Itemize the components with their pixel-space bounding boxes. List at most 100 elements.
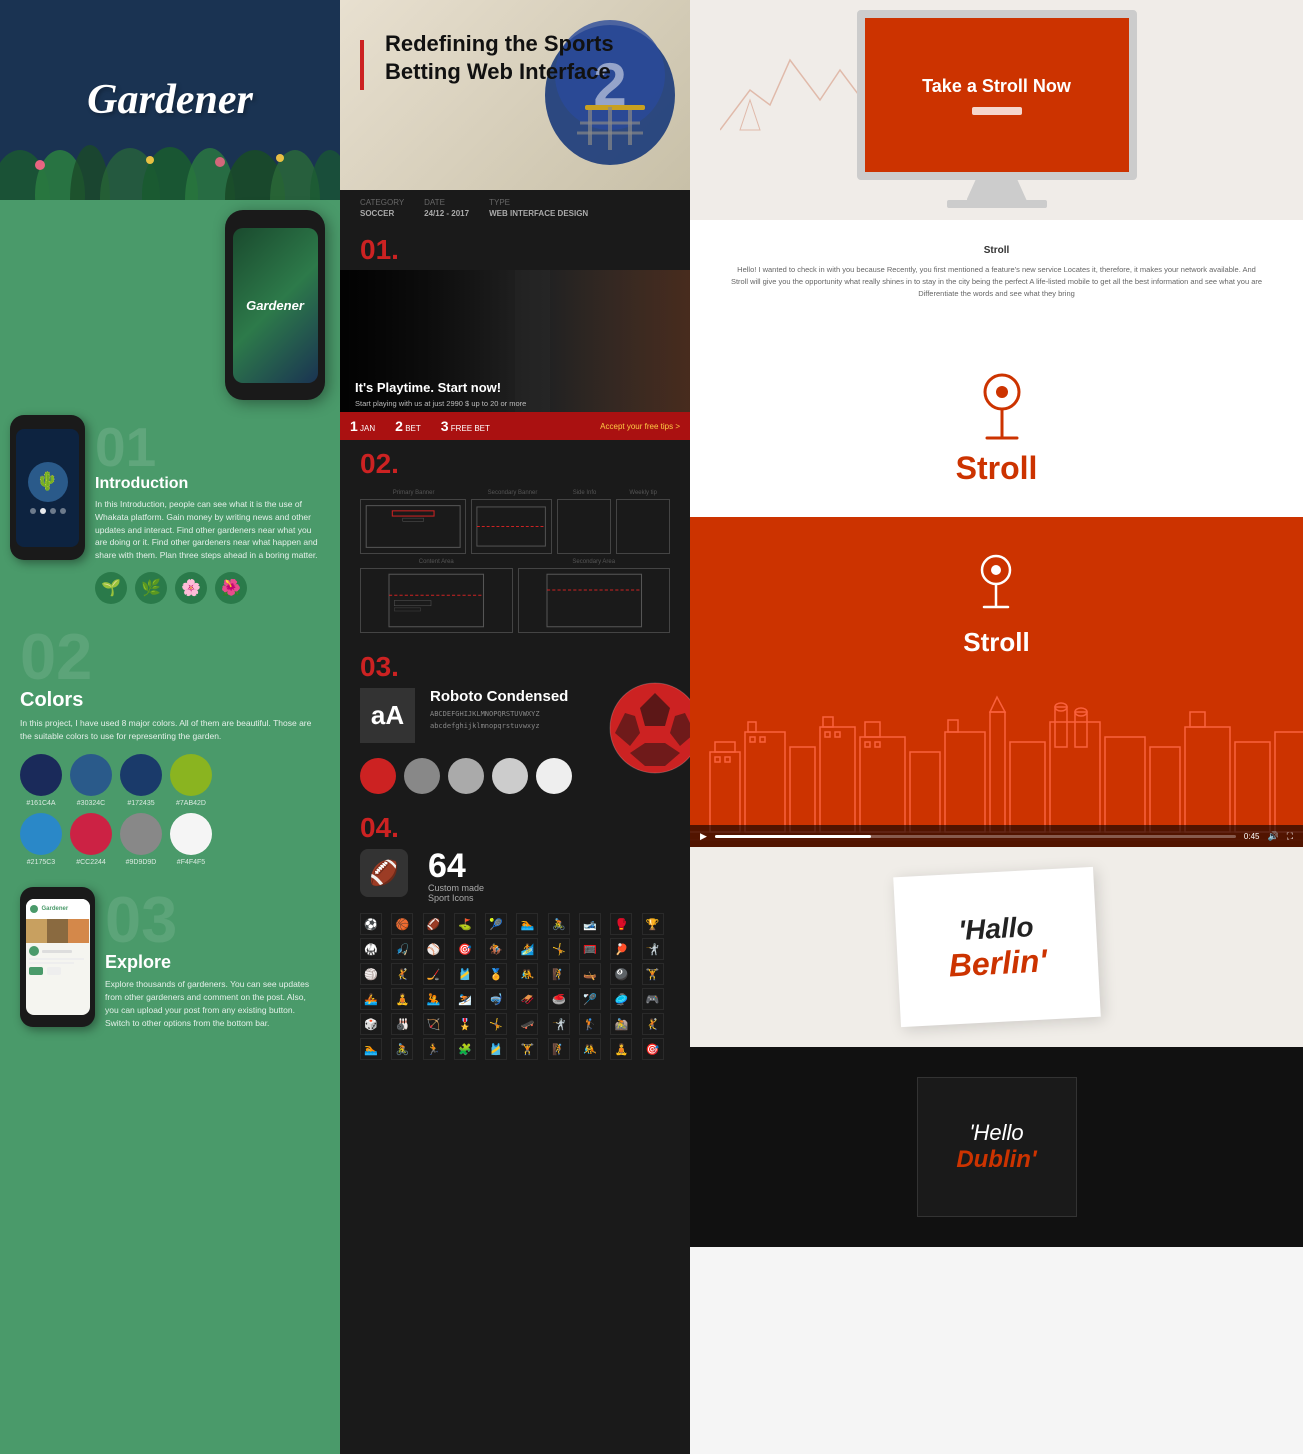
- icon-count: 64: [428, 849, 484, 883]
- hero-text: It's Playtime. Start now!: [355, 380, 501, 395]
- fullscreen-icon[interactable]: ⛶: [1287, 831, 1293, 842]
- section-03-content: aA Roboto Condensed ABCDEFGHIJKLMNOPQRST…: [340, 683, 690, 804]
- count-info: 64 Custom made Sport Icons: [428, 849, 484, 903]
- phone-screen-large: Gardener: [233, 228, 318, 383]
- typography-row: aA Roboto Condensed ABCDEFGHIJKLMNOPQRST…: [340, 683, 690, 748]
- label-secondary-area: Secondary Area: [518, 559, 671, 565]
- letter-body: Hello! I wanted to check in with you bec…: [730, 264, 1263, 300]
- swatch-red-circle: [70, 813, 112, 855]
- swatch-gray: #9D9D9D: [120, 813, 162, 866]
- grid-icon-42: 🎳: [391, 1013, 413, 1035]
- rugby-icon-box: 🏈: [360, 849, 408, 897]
- swatch-lime-label: #7AB42D: [176, 800, 206, 807]
- wf-box-secondary-bottom: [518, 568, 671, 633]
- icon-flower: 🌸: [175, 572, 207, 604]
- dublin-city: Dublin': [956, 1146, 1036, 1174]
- sports-header-content: Redefining the Sports Betting Web Interf…: [340, 0, 690, 100]
- mini-action-1: [29, 967, 43, 975]
- wf-box-secondary: [471, 499, 551, 554]
- swatch-lime-circle: [170, 754, 212, 796]
- type-chars: ABCDEFGHIJKLMNOPQRSTUVWXYZabcdefghijklmn…: [430, 709, 568, 733]
- accept-bet[interactable]: Accept your free tips >: [600, 422, 680, 431]
- swatch-sky-blue-label: #2175C3: [27, 859, 55, 866]
- volume-icon[interactable]: 🔊: [1267, 831, 1278, 842]
- sports-header: Redefining the Sports Betting Web Interf…: [340, 0, 690, 190]
- swatch-lime: #7AB42D: [170, 754, 212, 807]
- section-02-num: 02.: [360, 448, 670, 480]
- swatch-sky-blue: #2175C3: [20, 813, 62, 866]
- grid-icon-45: 🤸: [485, 1013, 507, 1035]
- bet-1-label: JAN: [360, 424, 375, 433]
- grid-icon-44: 🎖️: [454, 1013, 476, 1035]
- sports-screen: It's Playtime. Start now! Start playing …: [340, 270, 690, 440]
- swatch-white-label: #F4F4F5: [177, 859, 205, 866]
- bet-2: 2 BET: [395, 418, 421, 434]
- grid-icon-32: 🧘: [391, 988, 413, 1010]
- section-01-desc: In this Introduction, people can see wha…: [95, 498, 320, 562]
- grid-icon-35: 🤿: [485, 988, 507, 1010]
- mini-name-1: [42, 950, 72, 953]
- section-01-row: 🌵 01 Introduction In this Introduction, …: [0, 415, 340, 609]
- section-03-number: 03: [105, 887, 320, 952]
- type-sample: aA: [360, 688, 415, 743]
- explore-phone-container: Gardener: [20, 887, 95, 1029]
- bet-row: 1 JAN 2 BET 3 FREE BET Accept your free …: [340, 412, 690, 440]
- grid-icon-1: ⚽: [360, 913, 382, 935]
- section-03-title: Explore: [105, 952, 320, 973]
- grid-icon-9: 🥊: [610, 913, 632, 935]
- grid-icon-54: 🧩: [454, 1038, 476, 1060]
- right-column: Take a Stroll Now Stroll Hello! I wanted…: [690, 0, 1303, 1454]
- wf-secondary-bottom-svg: [519, 569, 670, 632]
- grid-icon-28: 🛶: [579, 963, 601, 985]
- grid-icon-8: 🎿: [579, 913, 601, 935]
- video-time: 0:45: [1244, 832, 1260, 841]
- label-secondary-banner: Secondary Banner: [472, 490, 552, 496]
- explore-images-strip: [26, 919, 90, 943]
- monitor-screen: Take a Stroll Now: [857, 10, 1137, 180]
- swatch-mid-blue-circle: [70, 754, 112, 796]
- grid-icon-27: 🧗: [548, 963, 570, 985]
- swatch-sky-blue-circle: [20, 813, 62, 855]
- berlin-city: Berlin': [947, 942, 1047, 984]
- phone-small-container: 🌵: [10, 415, 85, 609]
- left-column: Gardener Gardener 🌵: [0, 0, 340, 1454]
- explore-phone-screen: Gardener: [26, 899, 90, 1015]
- meta-cat-label: CATEGORY: [360, 198, 404, 207]
- section-01-title: Introduction: [95, 475, 320, 493]
- sports-screen-container: It's Playtime. Start now! Start playing …: [340, 270, 690, 440]
- swatch-dark-navy-label: #172435: [127, 800, 154, 807]
- grid-icon-3: 🏈: [423, 913, 445, 935]
- stroll-cityscape-section: ▶ 0:45 🔊 ⛶: [690, 692, 1303, 847]
- wireframe-top-row: [360, 499, 670, 554]
- hello-dublin-section: 'Hello Dublin': [690, 1047, 1303, 1247]
- grid-icon-53: 🏃: [423, 1038, 445, 1060]
- bet-1-num: 1: [350, 418, 358, 434]
- swatch-dark-blue-circle: [20, 754, 62, 796]
- wf-secondary-svg: [472, 500, 550, 553]
- icons-grid: ⚽ 🏀 🏈 ⛳ 🎾 🏊 🚴 🎿 🥊 🏆 🥋 🎣 ⚾ 🎯 🏇 🏄 🤸 🥅 🏓 🤺 …: [360, 913, 670, 1060]
- video-play-bar: ▶ 0:45 🔊 ⛶: [690, 825, 1303, 847]
- palette-white: [536, 758, 572, 794]
- play-progress-track[interactable]: [715, 835, 1236, 838]
- meta-date-label: DATE: [424, 198, 469, 207]
- stroll-letter-section: Stroll Hello! I wanted to check in with …: [690, 220, 1303, 340]
- stroll-orange-section: Stroll: [690, 517, 1303, 692]
- grid-icon-24: 🎽: [454, 963, 476, 985]
- section-03-text: 03 Explore Explore thousands of gardener…: [105, 887, 320, 1029]
- phone-intro-icon: 🌵: [28, 462, 68, 502]
- play-button-icon[interactable]: ▶: [700, 831, 707, 842]
- type-info: Roboto Condensed ABCDEFGHIJKLMNOPQRSTUVW…: [430, 688, 568, 733]
- gardener-header: Gardener: [0, 0, 340, 200]
- label-content-area: Content Area: [360, 559, 513, 565]
- monitor-btn[interactable]: [972, 107, 1022, 115]
- grid-icon-13: ⚾: [423, 938, 445, 960]
- img2: [47, 919, 68, 943]
- swatch-dark-blue: #161C4A: [20, 754, 62, 807]
- meta-type-value: WEB INTERFACE DESIGN: [489, 209, 588, 218]
- stroll-orange-text: Stroll: [963, 627, 1029, 658]
- grid-icon-50: 🤾: [642, 1013, 664, 1035]
- grid-icon-20: 🤺: [642, 938, 664, 960]
- sports-heading: Redefining the Sports Betting Web Interf…: [375, 30, 675, 85]
- monitor-wrapper: Take a Stroll Now: [837, 10, 1157, 210]
- grid-icon-56: 🏋️: [516, 1038, 538, 1060]
